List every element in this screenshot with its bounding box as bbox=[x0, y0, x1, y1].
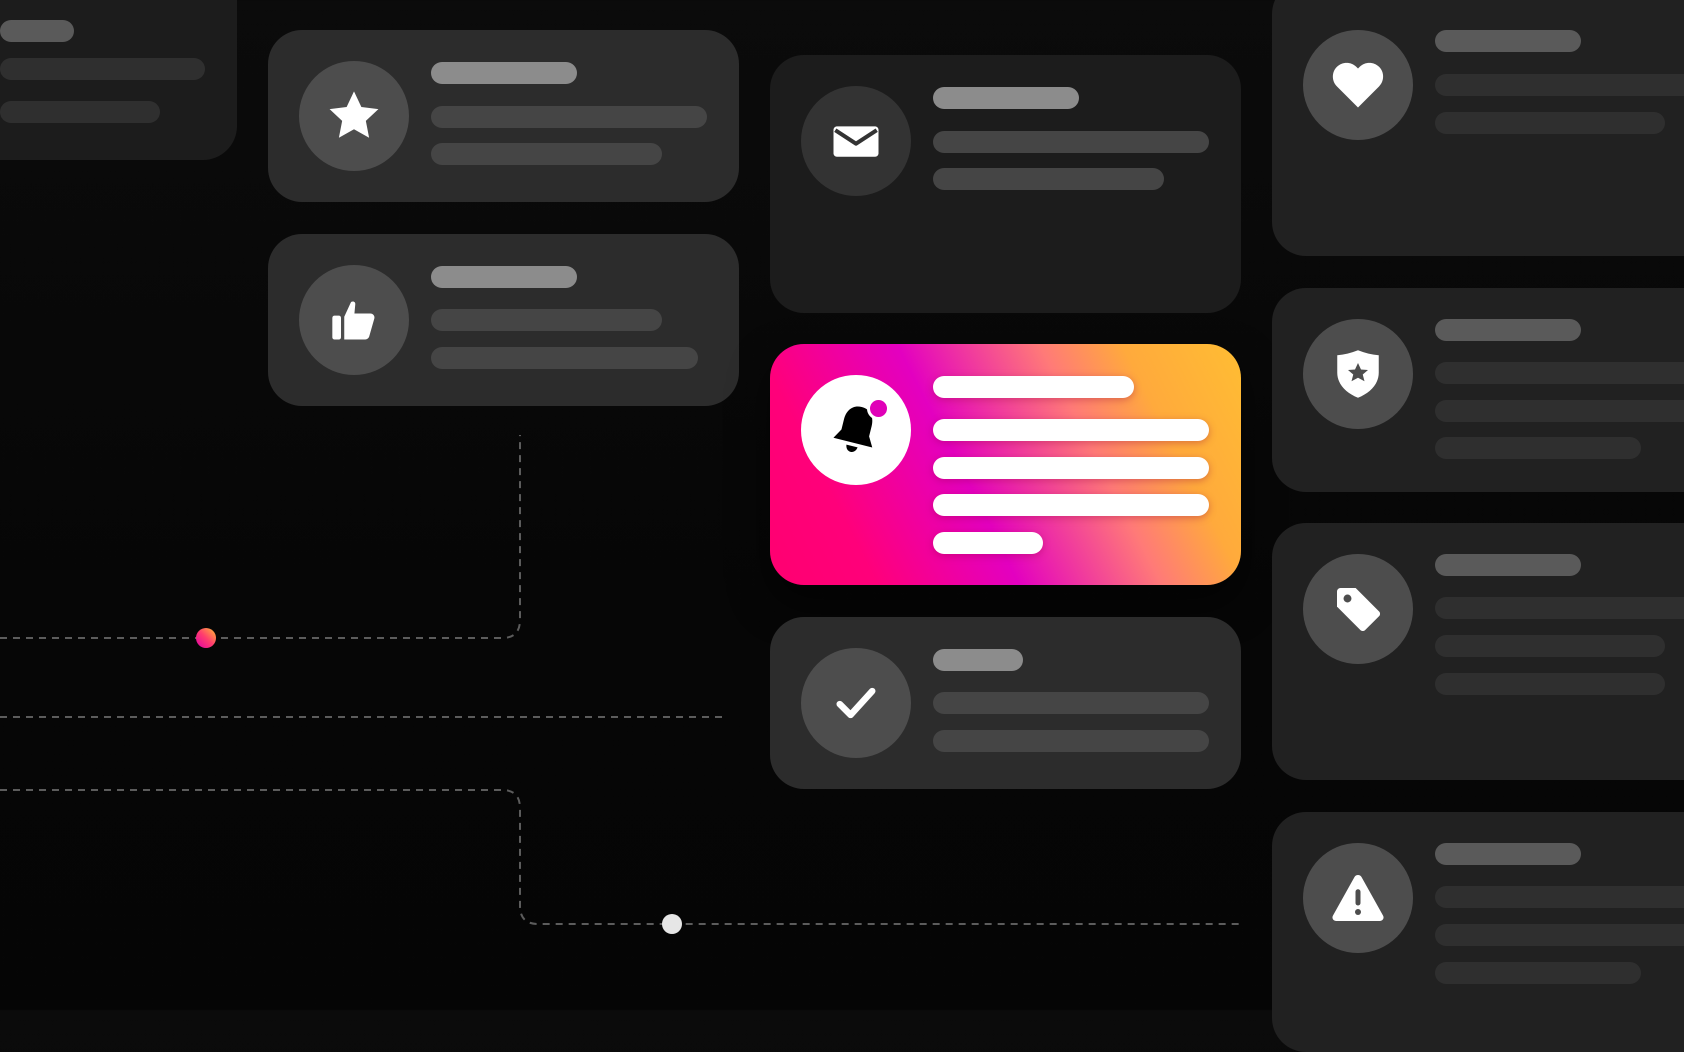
check-icon bbox=[836, 687, 876, 719]
placeholder-title bbox=[1435, 319, 1581, 341]
warning-avatar bbox=[1303, 843, 1413, 953]
heart-icon bbox=[1332, 62, 1384, 108]
placeholder-title bbox=[0, 20, 74, 42]
placeholder-line bbox=[0, 58, 205, 80]
placeholder-line bbox=[1435, 673, 1665, 695]
shield-avatar bbox=[1303, 319, 1413, 429]
placeholder-line bbox=[1435, 362, 1684, 384]
white-node bbox=[662, 914, 682, 934]
placeholder-line bbox=[933, 419, 1209, 441]
placeholder-line bbox=[1435, 635, 1665, 657]
thumbs-up-avatar bbox=[299, 265, 409, 375]
placeholder-title bbox=[1435, 554, 1581, 576]
placeholder-line bbox=[431, 106, 707, 128]
connector-lower bbox=[0, 789, 1240, 925]
placeholder-line bbox=[933, 730, 1209, 752]
warning-icon bbox=[1332, 875, 1384, 921]
placeholder-line bbox=[1435, 886, 1684, 908]
mail-icon bbox=[833, 126, 879, 157]
partial-card-top-left bbox=[0, 0, 237, 160]
mail-avatar bbox=[801, 86, 911, 196]
placeholder-line bbox=[1435, 400, 1684, 422]
thumbs-up-icon bbox=[332, 301, 375, 340]
placeholder-line bbox=[933, 168, 1164, 190]
placeholder-title bbox=[431, 62, 577, 84]
placeholder-line bbox=[1435, 962, 1641, 984]
placeholder-line bbox=[431, 347, 698, 369]
placeholder-line bbox=[933, 692, 1209, 714]
thumbs-up-card[interactable] bbox=[268, 234, 739, 406]
placeholder-line bbox=[431, 309, 662, 331]
star-icon bbox=[329, 91, 379, 138]
shield-star-icon bbox=[1337, 350, 1379, 398]
heart-avatar bbox=[1303, 30, 1413, 140]
placeholder-title bbox=[1435, 843, 1581, 865]
star-avatar bbox=[299, 61, 409, 171]
bell-avatar bbox=[801, 375, 911, 485]
placeholder-title bbox=[933, 649, 1023, 671]
placeholder-title bbox=[933, 376, 1134, 398]
check-avatar bbox=[801, 648, 911, 758]
tag-icon bbox=[1337, 588, 1381, 632]
shield-card[interactable] bbox=[1272, 288, 1684, 492]
placeholder-title bbox=[933, 87, 1079, 109]
placeholder-title bbox=[431, 266, 577, 288]
placeholder-line bbox=[1435, 74, 1684, 96]
placeholder-line bbox=[1435, 112, 1665, 134]
connector-upper bbox=[0, 435, 521, 639]
heart-card[interactable] bbox=[1272, 0, 1684, 256]
check-card[interactable] bbox=[770, 617, 1241, 789]
placeholder-line bbox=[0, 101, 160, 123]
tag-card[interactable] bbox=[1272, 523, 1684, 780]
warning-card[interactable] bbox=[1272, 812, 1684, 1052]
gradient-node bbox=[196, 628, 216, 648]
placeholder-line bbox=[933, 131, 1209, 153]
placeholder-line bbox=[1435, 597, 1684, 619]
notification-card[interactable] bbox=[770, 344, 1241, 585]
placeholder-line bbox=[933, 457, 1209, 479]
placeholder-line bbox=[431, 143, 662, 165]
placeholder-line bbox=[1435, 437, 1641, 459]
placeholder-title bbox=[1435, 30, 1581, 52]
placeholder-line bbox=[933, 532, 1043, 554]
placeholder-line bbox=[933, 494, 1209, 516]
notification-badge bbox=[867, 397, 890, 420]
mail-card[interactable] bbox=[770, 55, 1241, 313]
placeholder-line bbox=[1435, 924, 1684, 946]
tag-avatar bbox=[1303, 554, 1413, 664]
star-card[interactable] bbox=[268, 30, 739, 202]
